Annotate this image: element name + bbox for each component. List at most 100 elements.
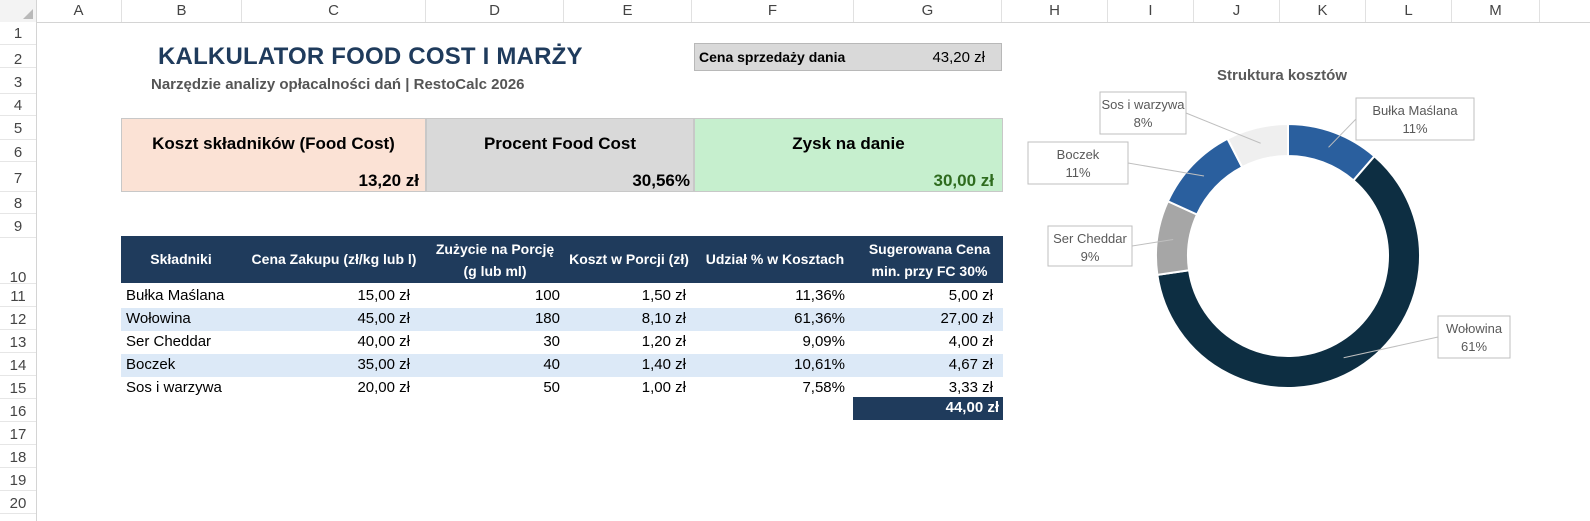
cell-share: 11,36% — [795, 287, 845, 304]
row-header-bar: 1 2 3 4 5 6 7 8 9 10 11 12 13 14 15 16 1… — [0, 22, 37, 521]
table-row[interactable]: Boczek 35,00 zł 40 1,40 zł 10,61% 4,67 z… — [121, 354, 1003, 377]
column-header-b[interactable]: B — [122, 0, 242, 22]
row-header[interactable]: 18 — [0, 445, 36, 468]
total-suggested-cell[interactable]: 44,00 zł — [853, 397, 1003, 420]
cell-cost: 8,10 zł — [641, 310, 686, 327]
page-title: KALKULATOR FOOD COST I MARŻY — [158, 43, 583, 70]
data-label-value-4: 11% — [1065, 165, 1090, 180]
sale-price-label: Cena sprzedaży dania — [699, 49, 846, 65]
cell-usage: 50 — [543, 379, 560, 396]
cell-share: 9,09% — [802, 333, 845, 350]
chart-title: Struktura kosztów — [1217, 67, 1347, 84]
row-header[interactable]: 12 — [0, 307, 36, 330]
table-row[interactable]: Bułka Maślana 15,00 zł 100 1,50 zł 11,36… — [121, 285, 1003, 308]
cell-ingredient: Wołowina — [126, 310, 191, 327]
cell-suggested: 27,00 zł — [940, 310, 993, 327]
cell-price: 40,00 zł — [357, 333, 410, 350]
cell-suggested: 3,33 zł — [948, 379, 993, 396]
header-cost: Koszt w Porcji (zł) — [569, 251, 689, 267]
select-all-corner[interactable] — [0, 0, 37, 22]
column-header-d[interactable]: D — [426, 0, 564, 22]
row-header[interactable]: 5 — [0, 116, 36, 140]
kpi-food-cost-value: 13,20 zł — [358, 171, 420, 190]
row-header[interactable]: 6 — [0, 140, 36, 162]
select-all-icon — [23, 9, 33, 19]
spreadsheet: A B C D E F G H I J K L M 1 2 3 4 5 6 7 … — [0, 0, 1590, 521]
column-header-g[interactable]: G — [854, 0, 1002, 22]
row-header[interactable]: 1 — [0, 22, 36, 45]
cost-structure-chart[interactable]: Struktura kosztów Bułka Maślana 11% Wołowi… — [1020, 60, 1560, 460]
column-header-e[interactable]: E — [564, 0, 692, 22]
kpi-percent[interactable]: Procent Food Cost 30,56% — [426, 118, 694, 192]
column-header-k[interactable]: K — [1280, 0, 1366, 22]
column-header-bar: A B C D E F G H I J K L M — [0, 0, 1590, 23]
column-header-l[interactable]: L — [1366, 0, 1452, 22]
data-label-value-2: 61% — [1461, 339, 1487, 354]
table-row[interactable]: Ser Cheddar 40,00 zł 30 1,20 zł 9,09% 4,… — [121, 331, 1003, 354]
column-header-i[interactable]: I — [1108, 0, 1194, 22]
data-label-value-3: 9% — [1081, 249, 1100, 264]
cell-share: 7,58% — [802, 379, 845, 396]
data-label-value-5: 8% — [1134, 115, 1153, 130]
row-header[interactable]: 13 — [0, 330, 36, 353]
row-header[interactable]: 8 — [0, 192, 36, 214]
header-price: Cena Zakupu (zł/kg lub l) — [251, 251, 417, 267]
row-header[interactable]: 14 — [0, 353, 36, 376]
total-suggested-value: 44,00 zł — [945, 399, 999, 416]
data-label-category-4: Boczek — [1057, 147, 1100, 162]
header-suggested-line2: min. przy FC 30% — [871, 263, 988, 279]
cell-share: 10,61% — [794, 356, 845, 373]
header-usage-line1: Zużycie na Porcję — [435, 241, 555, 257]
row-header[interactable]: 17 — [0, 422, 36, 445]
row-header[interactable]: 11 — [0, 284, 36, 307]
header-suggested-line1: Sugerowana Cena — [868, 241, 991, 257]
column-header-c[interactable]: C — [242, 0, 426, 22]
data-label-category-5: Sos i warzywa — [1101, 97, 1185, 112]
cell-share: 61,36% — [794, 310, 845, 327]
table-row[interactable]: Wołowina 45,00 zł 180 8,10 zł 61,36% 27,… — [121, 308, 1003, 331]
cell-suggested: 4,67 zł — [948, 356, 993, 373]
kpi-percent-label: Procent Food Cost — [483, 134, 637, 153]
cell-price: 20,00 zł — [357, 379, 410, 396]
row-header[interactable]: 3 — [0, 68, 36, 94]
row-header[interactable]: 20 — [0, 491, 36, 514]
kpi-food-cost[interactable]: Koszt składników (Food Cost) 13,20 zł — [121, 118, 426, 192]
data-label-value-1: 11% — [1402, 121, 1427, 136]
row-header[interactable]: 2 — [0, 45, 36, 68]
kpi-food-cost-label: Koszt składników (Food Cost) — [152, 134, 395, 153]
chart-slices — [1155, 122, 1421, 389]
row-header[interactable]: 10 — [0, 238, 36, 286]
data-label-category-2: Wołowina — [1446, 321, 1503, 336]
cell-cost: 1,00 zł — [641, 379, 686, 396]
column-header-j[interactable]: J — [1194, 0, 1280, 22]
cell-ingredient: Ser Cheddar — [126, 333, 212, 350]
cell-usage: 30 — [543, 333, 560, 350]
header-share: Udział % w Kosztach — [705, 251, 845, 267]
sale-price-cell[interactable]: Cena sprzedaży dania 43,20 zł — [694, 43, 1002, 71]
row-header[interactable]: 15 — [0, 376, 36, 399]
cell-ingredient: Bułka Maślana — [126, 287, 225, 304]
sale-price-value: 43,20 zł — [932, 49, 985, 66]
row-header[interactable]: 9 — [0, 214, 36, 238]
kpi-profit[interactable]: Zysk na danie 30,00 zł — [694, 118, 1003, 192]
cell-price: 15,00 zł — [357, 287, 410, 304]
cell-price: 35,00 zł — [357, 356, 410, 373]
column-header-h[interactable]: H — [1002, 0, 1108, 22]
cell-ingredient: Sos i warzywa — [126, 379, 222, 396]
header-usage-line2: (g lub ml) — [463, 263, 527, 279]
row-header[interactable]: 19 — [0, 468, 36, 491]
row-header[interactable]: 16 — [0, 399, 36, 422]
column-header-m[interactable]: M — [1452, 0, 1540, 22]
column-header-f[interactable]: F — [692, 0, 854, 22]
data-label-category-3: Ser Cheddar — [1053, 231, 1127, 246]
column-header-a[interactable]: A — [36, 0, 122, 22]
pie-slice-4[interactable] — [1166, 137, 1244, 216]
cell-cost: 1,40 zł — [641, 356, 686, 373]
row-header[interactable]: 7 — [0, 162, 36, 192]
cell-suggested: 5,00 zł — [948, 287, 993, 304]
row-header[interactable]: 4 — [0, 94, 36, 116]
page-subtitle: Narzędzie analizy opłacalności dań | Res… — [151, 76, 525, 93]
cell-usage: 180 — [534, 310, 560, 327]
cell-ingredient: Boczek — [126, 356, 176, 373]
header-ingredient: Składniki — [150, 251, 212, 267]
